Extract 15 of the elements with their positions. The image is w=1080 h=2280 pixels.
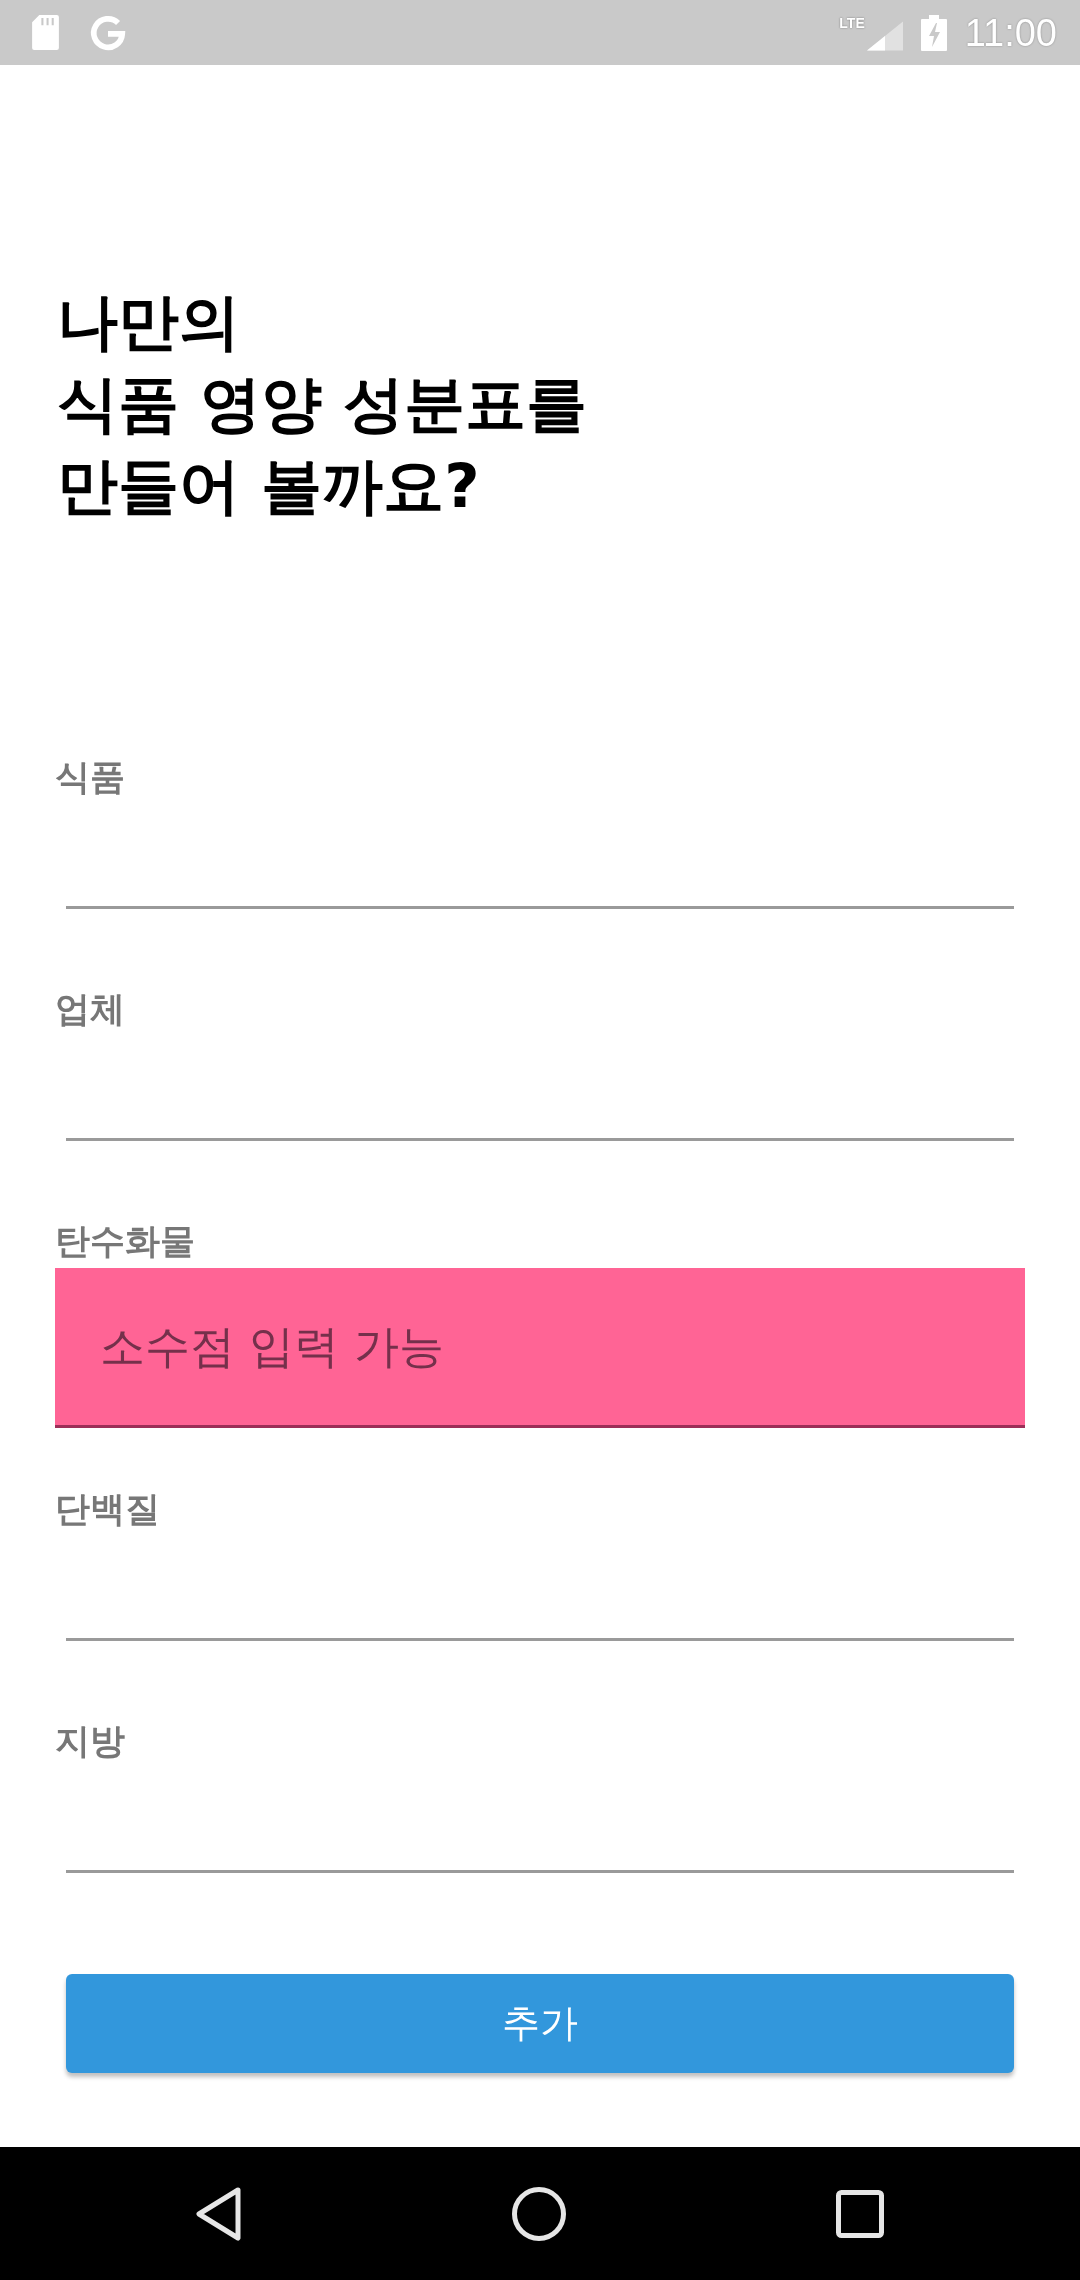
field-label: 단백질 [55, 1488, 160, 1531]
field-label: 식품 [55, 756, 125, 799]
add-button[interactable]: 추가 [66, 1974, 1014, 2073]
hint-tooltip: 소수점 입력 가능 [55, 1268, 1025, 1428]
back-icon[interactable] [196, 2186, 242, 2241]
field-label: 지방 [55, 1720, 125, 1763]
g-icon [89, 13, 127, 52]
page-title: 나만의 식품 영양 성분표를 만들어 볼까요? [57, 285, 588, 523]
field-label: 업체 [55, 988, 125, 1031]
home-icon[interactable] [512, 2186, 566, 2241]
recents-icon[interactable] [836, 2189, 884, 2238]
field-label: 탄수화물 [55, 1220, 195, 1263]
battery-charging-icon [920, 14, 947, 51]
signal-icon [866, 20, 903, 51]
sd-card-icon [32, 15, 59, 50]
